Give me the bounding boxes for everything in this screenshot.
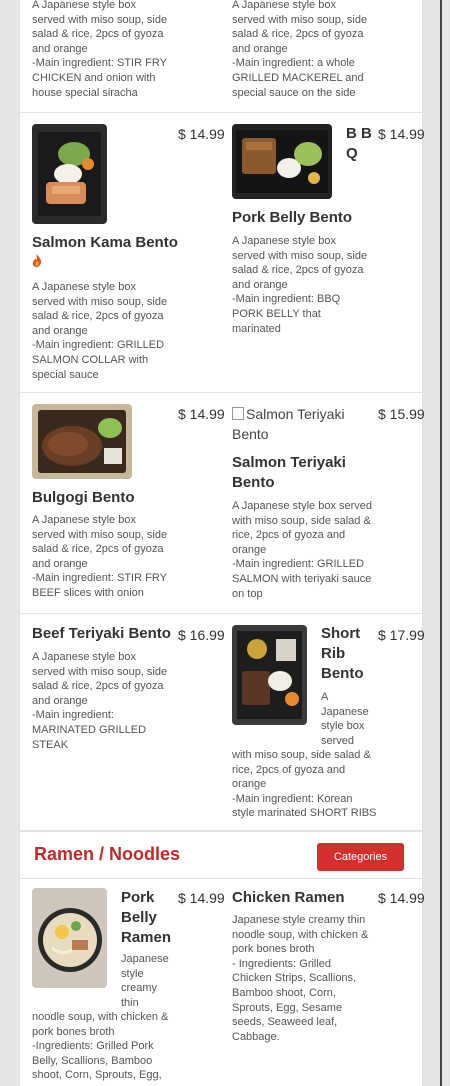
menu-item-bulgogi-bento[interactable]: $ 14.99 Bulgogi Bento A Japanese style b…	[20, 393, 225, 613]
item-name: Chicken Ramen	[232, 889, 345, 906]
item-price: $ 16.99	[178, 627, 225, 643]
short-rib-photo	[232, 625, 307, 725]
menu-item-beef-teriyaki-bento[interactable]: Beef Teriyaki Bento $ 16.99 A Japanese s…	[20, 614, 225, 830]
item-price: $ 14.99	[378, 890, 425, 906]
item-description: A Japanese style box served with miso so…	[232, 500, 373, 600]
item-name-text: Salmon Kama Bento	[32, 234, 178, 251]
item-description-part1: Japanese style creamy thin	[121, 953, 169, 1009]
item-description: A Japanese style box served with miso so…	[32, 651, 168, 751]
salmon-teriyaki-photo: Salmon Teriyaki Bento	[232, 404, 362, 444]
fire-icon	[32, 253, 42, 267]
menu-item-salmon-teriyaki-bento[interactable]: Salmon Teriyaki Bento $ 15.99 Salmon Ter…	[220, 393, 425, 613]
item-price: $ 14.99	[178, 890, 225, 906]
menu-row: A Japanese style box served with miso so…	[20, 0, 422, 113]
menu-item-chicken-ramen[interactable]: Chicken Ramen $ 14.99 Japanese style cre…	[220, 878, 425, 1086]
item-name: Salmon Kama Bento	[32, 233, 182, 273]
item-description: Japanese style creamy thin noodle soup, …	[232, 914, 369, 1043]
item-price: $ 17.99	[378, 627, 425, 643]
item-name: Bulgogi Bento	[32, 489, 135, 506]
menu-page: A Japanese style box served with miso so…	[19, 0, 425, 1086]
menu-row: $ 14.99 Salmon Kama Bento A Japanese sty…	[20, 113, 425, 393]
item-description: A Japanese style box served with miso so…	[32, 0, 168, 99]
section-header-ramen: Ramen / Noodles Categories	[20, 831, 422, 879]
item-price: $ 14.99	[378, 126, 425, 142]
item-name: Short Rib Bento	[321, 625, 364, 682]
item-price: $ 14.99	[178, 406, 225, 422]
item-description: A Japanese style box served with miso so…	[232, 0, 368, 99]
item-name: Salmon Teriyaki Bento	[232, 454, 346, 491]
image-alt-text: Salmon Teriyaki Bento	[232, 406, 345, 442]
menu-item-short-rib-bento[interactable]: Short Rib Bento $ 17.99 A Japanese style…	[220, 614, 425, 830]
pork-belly-ramen-photo	[32, 888, 107, 988]
menu-item-pork-belly-ramen[interactable]: Pork Belly Ramen $ 14.99 Japanese style …	[20, 878, 225, 1086]
menu-item-stir-fry-chicken[interactable]: A Japanese style box served with miso so…	[20, 0, 220, 112]
item-name: Pork Belly Ramen	[121, 889, 172, 946]
menu-row: Beef Teriyaki Bento $ 16.99 A Japanese s…	[20, 614, 425, 831]
bulgogi-photo	[32, 404, 132, 479]
bbq-badge: B B Q	[346, 125, 372, 162]
item-description-part2: noodle soup, with chicken & pork bones b…	[32, 1011, 169, 1082]
menu-item-salmon-kama-bento[interactable]: $ 14.99 Salmon Kama Bento A Japanese sty…	[20, 113, 225, 392]
item-description: A Japanese style box served with miso so…	[232, 235, 368, 335]
item-name: Pork Belly Bento	[232, 209, 353, 226]
menu-row: Pork Belly Ramen $ 14.99 Japanese style …	[20, 878, 425, 1086]
item-price: $ 14.99	[178, 126, 225, 142]
item-price: $ 15.99	[378, 406, 425, 422]
menu-row: $ 14.99 Bulgogi Bento A Japanese style b…	[20, 393, 425, 614]
item-description-part1: A Japanese style box served	[321, 691, 369, 747]
salmon-kama-photo	[32, 124, 107, 224]
menu-item-pork-belly-bento[interactable]: B B Q $ 14.99 Pork Belly Bento A Japanes…	[220, 113, 425, 392]
broken-image-icon	[232, 407, 244, 420]
item-description: A Japanese style box served with miso so…	[32, 281, 168, 381]
window-edge	[440, 0, 442, 1086]
categories-button[interactable]: Categories	[317, 843, 404, 871]
section-title: Ramen / Noodles	[34, 844, 181, 864]
item-description-part2: with miso soup, side salad & rice, 2pcs …	[232, 749, 377, 820]
menu-item-grilled-mackerel[interactable]: A Japanese style box served with miso so…	[220, 0, 422, 112]
item-name: Beef Teriyaki Bento	[32, 625, 171, 642]
pork-belly-photo	[232, 124, 332, 199]
item-description: A Japanese style box served with miso so…	[32, 514, 168, 599]
